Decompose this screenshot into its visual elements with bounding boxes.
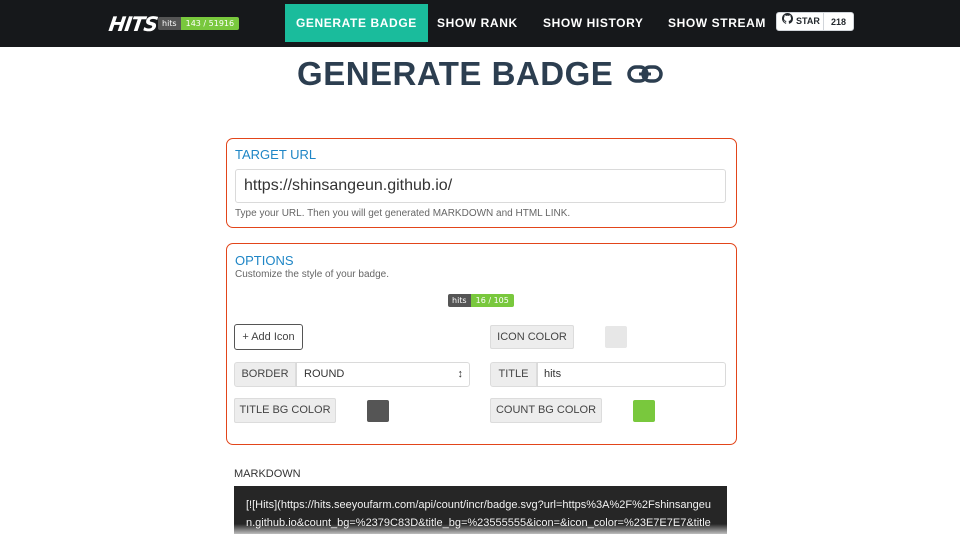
preview-badge-title: hits xyxy=(448,294,471,307)
page-title: GENERATE BADGE xyxy=(297,55,614,92)
nav-show-rank[interactable]: SHOW RANK xyxy=(437,0,518,47)
github-star-button[interactable]: STAR 218 xyxy=(776,12,854,31)
target-url-heading: TARGET URL xyxy=(235,147,317,162)
star-left: STAR xyxy=(777,13,824,30)
markdown-label: MARKDOWN xyxy=(234,468,301,480)
target-url-helper: Type your URL. Then you will get generat… xyxy=(235,208,571,219)
nav-show-history[interactable]: SHOW HISTORY xyxy=(543,0,644,47)
title-label: TITLE xyxy=(490,362,537,387)
target-url-panel: TARGET URL https://shinsangeun.github.io… xyxy=(226,138,737,228)
nav-show-stream[interactable]: SHOW STREAM xyxy=(668,0,766,47)
border-select[interactable]: ROUND ↕ xyxy=(296,362,470,387)
options-subtitle: Customize the style of your badge. xyxy=(235,269,389,280)
count-bg-color-label: COUNT BG COLOR xyxy=(490,398,602,423)
target-url-input[interactable]: https://shinsangeun.github.io/ xyxy=(235,169,726,203)
options-panel: OPTIONS Customize the style of your badg… xyxy=(226,243,737,445)
border-select-value: ROUND xyxy=(304,368,345,380)
nav-hits-badge: hits 143 / 51916 xyxy=(158,17,240,30)
nav-generate-badge[interactable]: GENERATE BADGE xyxy=(285,4,428,42)
link-icon xyxy=(627,54,663,92)
icon-color-label: ICON COLOR xyxy=(490,325,574,349)
star-label: STAR xyxy=(796,16,820,26)
hits-logo[interactable]: HITS xyxy=(107,12,159,36)
preview-badge-count: 16 / 105 xyxy=(470,294,514,307)
add-icon-button[interactable]: + Add Icon xyxy=(234,324,303,350)
page-title-row: GENERATE BADGE xyxy=(0,55,960,95)
select-arrows-icon: ↕ xyxy=(457,368,464,380)
icon-color-swatch[interactable] xyxy=(605,326,627,348)
count-bg-color-swatch[interactable] xyxy=(633,400,655,422)
github-icon xyxy=(782,12,794,31)
preview-badge: hits 16 / 105 xyxy=(448,294,514,307)
badge-count: 143 / 51916 xyxy=(180,17,240,30)
title-bg-color-label: TITLE BG COLOR xyxy=(234,398,336,423)
border-label: BORDER xyxy=(234,362,296,387)
title-input[interactable]: hits xyxy=(537,362,726,387)
top-navbar: HITS hits 143 / 51916 GENERATE BADGE SHO… xyxy=(0,0,960,47)
badge-title: hits xyxy=(158,17,181,30)
star-count: 218 xyxy=(830,17,847,27)
bottom-fade xyxy=(0,524,960,534)
options-heading: OPTIONS xyxy=(235,253,294,268)
title-bg-color-swatch[interactable] xyxy=(367,400,389,422)
